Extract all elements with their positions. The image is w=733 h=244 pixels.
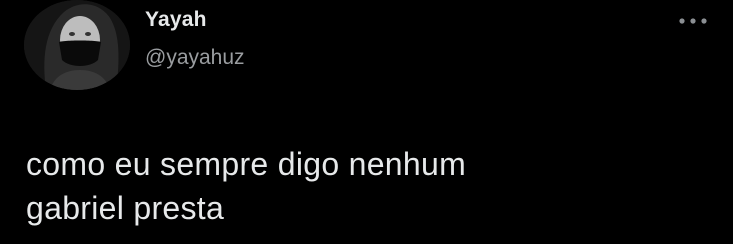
profile-photo-icon bbox=[24, 0, 130, 90]
more-options-icon bbox=[679, 18, 707, 24]
tweet-card: Yayah @yayahuz como eu sempre digo nenhu… bbox=[0, 0, 733, 244]
more-options-button[interactable] bbox=[675, 8, 711, 34]
avatar[interactable] bbox=[24, 0, 130, 90]
tweet-text: como eu sempre digo nenhum gabriel prest… bbox=[26, 146, 467, 226]
display-name[interactable]: Yayah bbox=[145, 8, 207, 32]
user-handle[interactable]: @yayahuz bbox=[145, 46, 245, 70]
